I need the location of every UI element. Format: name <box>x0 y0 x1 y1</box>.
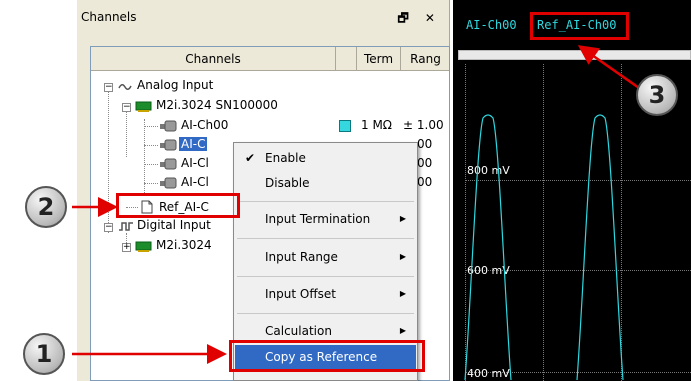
callout-badge-3: 3 <box>636 74 678 116</box>
callout-badge-2: 2 <box>25 186 67 228</box>
callout-arrows <box>72 45 643 364</box>
callout-badge-1: 1 <box>23 333 65 375</box>
